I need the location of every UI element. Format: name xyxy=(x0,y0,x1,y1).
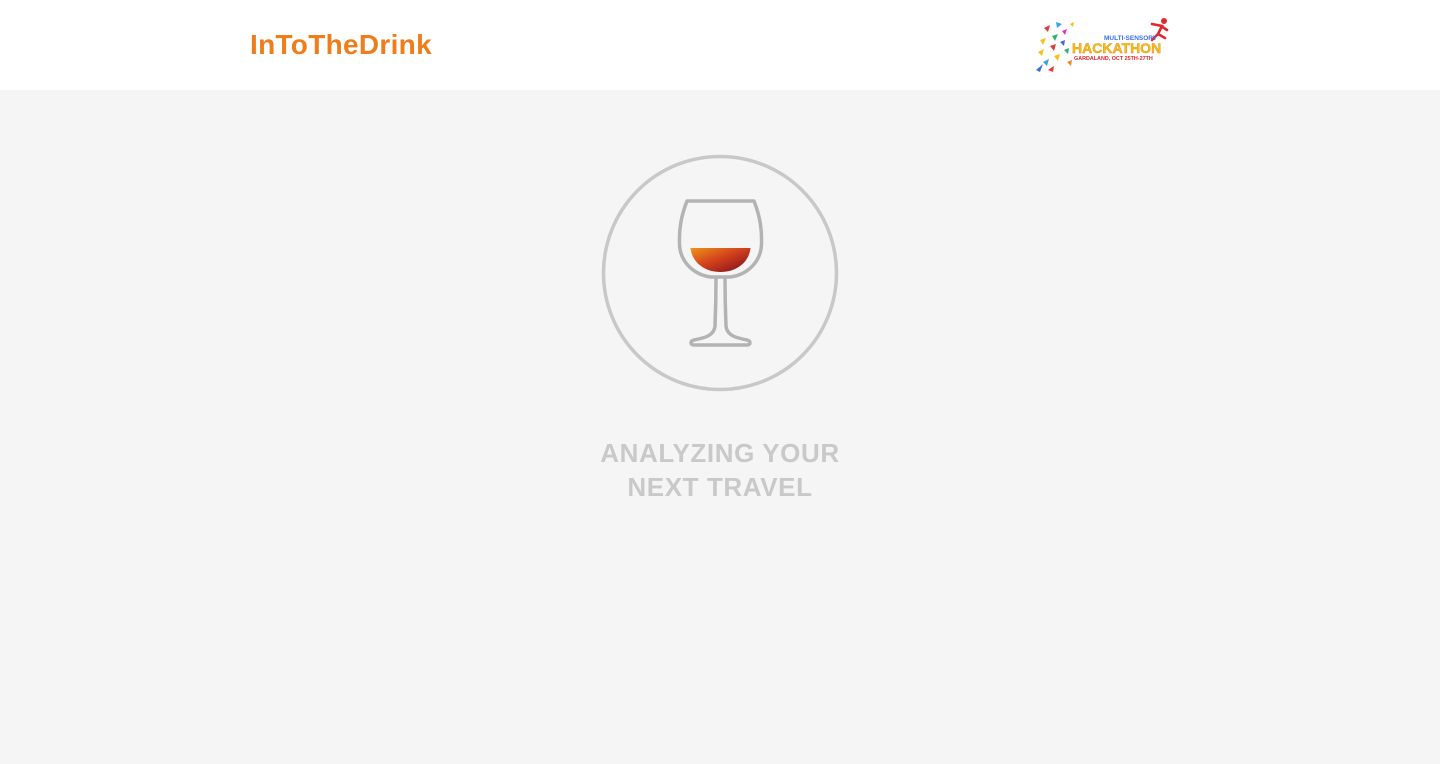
loading-wine-glass-indicator xyxy=(601,154,839,392)
logo-main-word: HACKATHON xyxy=(1072,40,1161,56)
logo-sub-line: GARDALAND, OCT 25TH-27TH xyxy=(1074,56,1153,62)
status-line-2: NEXT TRAVEL xyxy=(627,472,813,502)
hackathon-event-logo[interactable]: MULTI-SENSORY HACKATHON GARDALAND, OCT 2… xyxy=(1034,16,1172,74)
wine-glass-icon xyxy=(677,199,764,347)
loader-ring xyxy=(601,154,839,392)
brand-logo-link[interactable]: InToTheDrink xyxy=(250,28,432,62)
confetti-icon xyxy=(1036,22,1074,72)
wine-fill xyxy=(690,248,751,272)
top-header: InToTheDrink MULTI-SENSORY HACKATHON GAR… xyxy=(0,0,1440,90)
status-line-1: ANALYZING YOUR xyxy=(600,438,840,468)
loading-status-text: ANALYZING YOUR NEXT TRAVEL xyxy=(520,436,920,504)
